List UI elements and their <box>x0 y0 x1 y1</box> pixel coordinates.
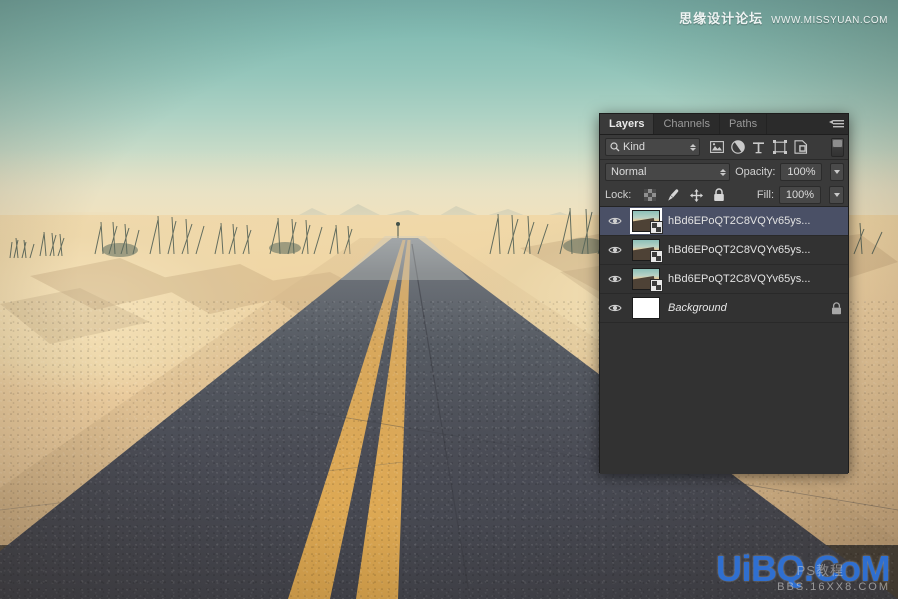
lock-label: Lock: <box>605 189 632 201</box>
layer-thumbnail[interactable] <box>632 297 660 319</box>
layer-lock-slot <box>824 207 848 236</box>
layer-lock-slot <box>824 236 848 265</box>
layer-filter-row: Kind <box>600 135 848 160</box>
smart-object-badge-icon <box>650 249 663 263</box>
table-row[interactable]: hBd6EPoQT2C8VQYv65ys... <box>600 207 848 236</box>
layers-panel[interactable]: Layers Channels Paths Kind Normal Opacit… <box>599 113 849 474</box>
layer-thumbnail-wrap[interactable] <box>626 265 666 294</box>
layer-thumbnail-wrap[interactable] <box>626 294 666 323</box>
layer-name[interactable]: hBd6EPoQT2C8VQYv65ys... <box>666 273 824 285</box>
tab-channels[interactable]: Channels <box>654 114 720 134</box>
layer-name[interactable]: hBd6EPoQT2C8VQYv65ys... <box>666 244 824 256</box>
fill-input[interactable]: 100% <box>779 186 821 204</box>
smart-object-badge-icon <box>650 278 663 292</box>
table-row[interactable]: hBd6EPoQT2C8VQYv65ys... <box>600 236 848 265</box>
lock-transparent-pixels-icon[interactable] <box>643 188 657 202</box>
table-row[interactable]: hBd6EPoQT2C8VQYv65ys... <box>600 265 848 294</box>
opacity-label: Opacity: <box>735 166 776 178</box>
layer-visibility-icon[interactable] <box>604 294 626 323</box>
lock-position-icon[interactable] <box>689 188 703 202</box>
opacity-input[interactable]: 100% <box>780 163 823 181</box>
layer-thumbnail-wrap[interactable] <box>626 236 666 265</box>
lock-all-icon[interactable] <box>712 188 726 202</box>
table-row[interactable]: Background <box>600 294 848 323</box>
fill-label: Fill: <box>756 189 774 201</box>
blend-mode-select[interactable]: Normal <box>605 163 731 181</box>
blend-mode-value: Normal <box>611 166 647 178</box>
panel-menu-icon[interactable] <box>828 117 844 131</box>
layer-lock-slot <box>824 265 848 294</box>
filter-enable-toggle[interactable] <box>831 137 844 157</box>
blend-mode-row: Normal Opacity: 100% <box>600 160 848 184</box>
layer-visibility-icon[interactable] <box>604 207 626 236</box>
lock-row: Lock: Fill: 100% <box>600 184 848 207</box>
opacity-dropdown-button[interactable] <box>830 163 844 181</box>
chevron-updown-icon[interactable] <box>690 143 696 151</box>
lock-icon-group <box>643 188 726 202</box>
filter-pixel-icon[interactable] <box>709 140 724 155</box>
tab-layers-label: Layers <box>609 118 645 130</box>
fill-dropdown-button[interactable] <box>829 186 844 204</box>
filter-type-icon[interactable] <box>751 140 766 155</box>
layer-thumbnail-wrap[interactable] <box>626 207 666 236</box>
filter-adjustment-icon[interactable] <box>730 140 745 155</box>
filter-type-icons <box>709 140 808 155</box>
layer-visibility-icon[interactable] <box>604 236 626 265</box>
layer-name[interactable]: Background <box>666 302 824 314</box>
smart-object-badge-icon <box>650 220 663 234</box>
filter-shape-icon[interactable] <box>772 140 787 155</box>
screenshot-root: 思缘设计论坛 WWW.MISSYUAN.COM UiBQ.CoM BBS.16X… <box>0 0 898 599</box>
tab-paths[interactable]: Paths <box>719 114 768 134</box>
tab-channels-label: Channels <box>663 118 710 130</box>
lock-image-pixels-icon[interactable] <box>666 188 680 202</box>
layer-list[interactable]: hBd6EPoQT2C8VQYv65ys... hBd6EPoQT2C8VQYv… <box>600 207 848 474</box>
search-icon <box>610 142 620 152</box>
fill-group: Fill: 100% <box>757 186 844 204</box>
background-lock-icon <box>824 294 848 323</box>
tab-paths-label: Paths <box>728 118 758 130</box>
layer-visibility-icon[interactable] <box>604 265 626 294</box>
filter-kind-value: Kind <box>623 141 646 153</box>
panel-tab-bar: Layers Channels Paths <box>600 114 848 135</box>
layer-name[interactable]: hBd6EPoQT2C8VQYv65ys... <box>666 215 824 227</box>
filter-smart-object-icon[interactable] <box>793 140 808 155</box>
tab-layers[interactable]: Layers <box>600 114 655 134</box>
fill-value: 100% <box>785 189 815 201</box>
opacity-value: 100% <box>787 166 816 178</box>
chevron-updown-icon[interactable] <box>720 168 727 176</box>
filter-kind-select[interactable]: Kind <box>605 138 700 156</box>
